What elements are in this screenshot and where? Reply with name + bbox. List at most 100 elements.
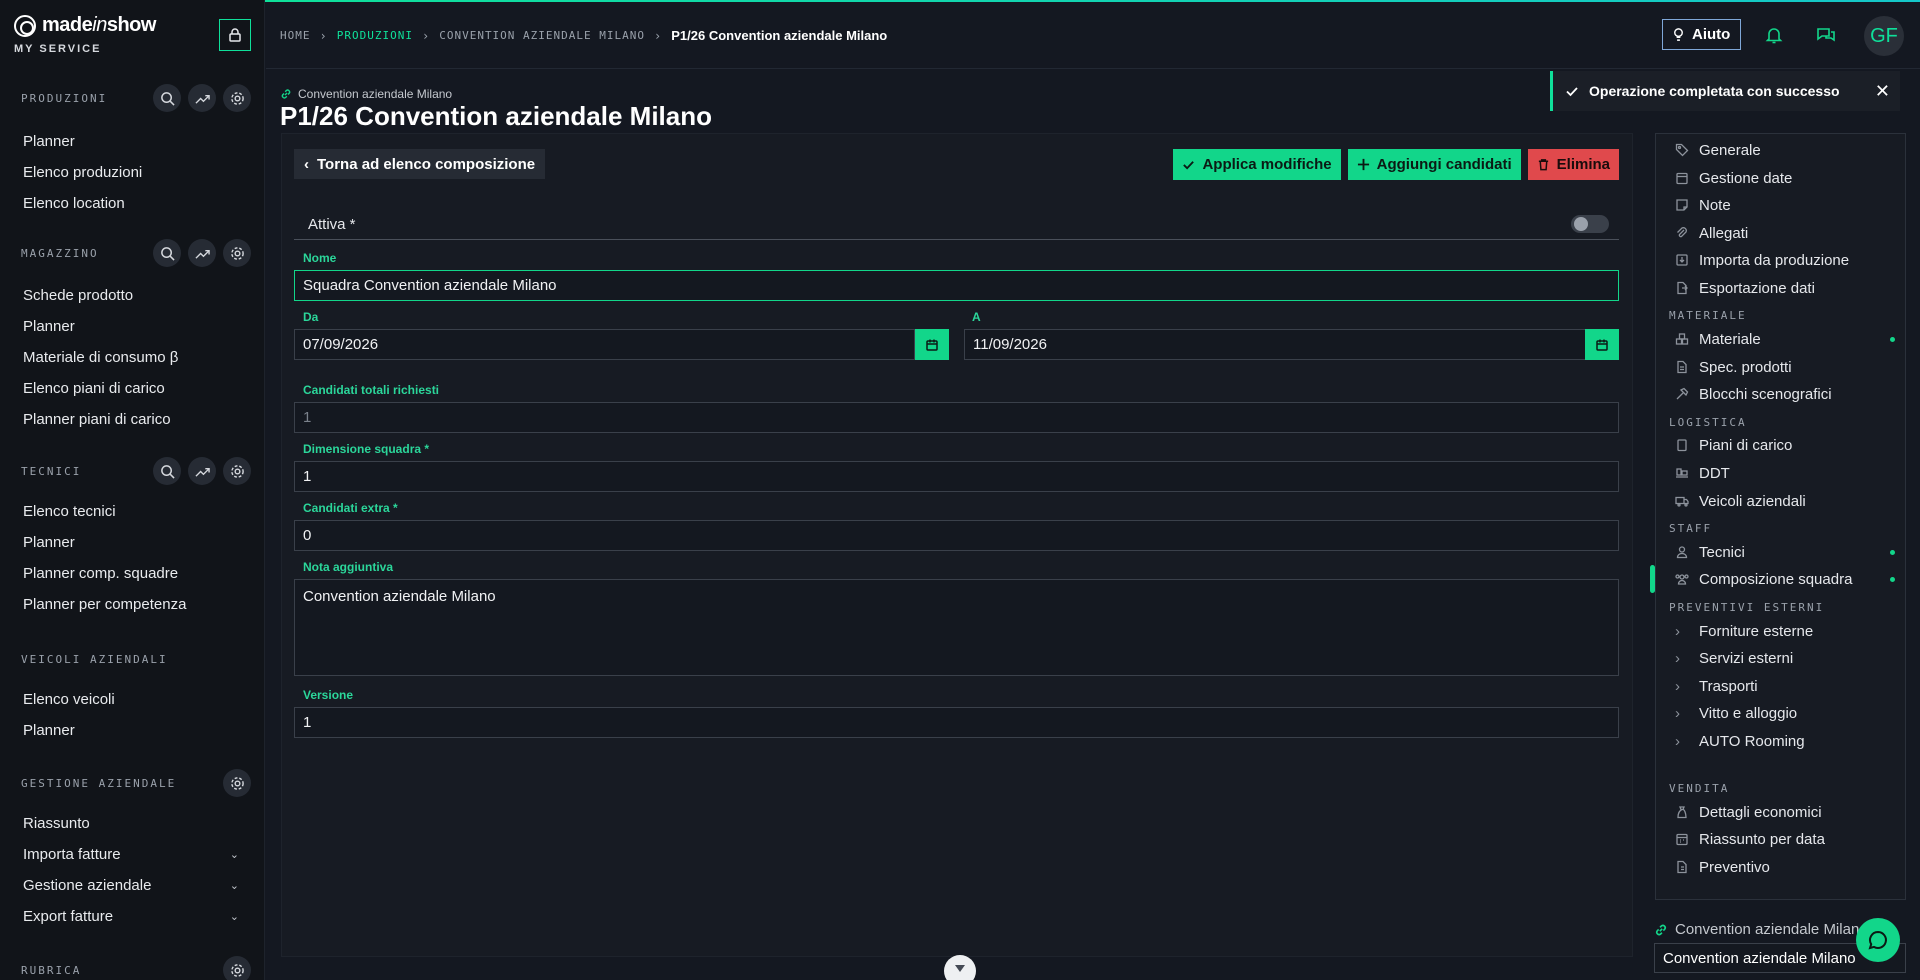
- chat-icon[interactable]: [1813, 22, 1839, 48]
- chart-icon[interactable]: [188, 84, 216, 112]
- search-icon[interactable]: [153, 457, 181, 485]
- nav-item-label: Elenco veicoli: [23, 691, 115, 708]
- apply-changes-button[interactable]: Applica modifiche: [1173, 149, 1341, 180]
- chart-icon[interactable]: [188, 239, 216, 267]
- menu-item-label: Generale: [1699, 141, 1761, 159]
- menu-item-importa[interactable]: Importa da produzione: [1656, 246, 1905, 274]
- chevron-right-icon: ›: [1675, 704, 1680, 722]
- menu-item-preventivo[interactable]: Preventivo: [1656, 853, 1905, 881]
- bell-icon[interactable]: [1761, 22, 1787, 48]
- a-date-input[interactable]: 11/09/2026: [964, 329, 1586, 360]
- menu-item-auto-rooming[interactable]: › AUTO Rooming: [1656, 727, 1905, 755]
- nav-item-schede-prodotto[interactable]: Schede prodotto: [0, 280, 264, 311]
- gear-icon[interactable]: [223, 956, 251, 980]
- add-candidates-button[interactable]: Aggiungi candidati: [1347, 149, 1521, 180]
- gear-icon[interactable]: [223, 239, 251, 267]
- chat-support-button[interactable]: [1856, 918, 1900, 962]
- menu-section-logistica: LOGISTICA: [1669, 416, 1747, 429]
- nav-item-elenco-veicoli[interactable]: Elenco veicoli: [0, 684, 264, 715]
- breadcrumb-convention[interactable]: CONVENTION AZIENDALE MILANO: [439, 29, 645, 42]
- add-candidates-label: Aggiungi candidati: [1376, 156, 1512, 173]
- menu-item-esportazione[interactable]: Esportazione dati: [1656, 274, 1905, 302]
- nav-item-label: Planner: [23, 722, 75, 739]
- lock-button[interactable]: [219, 19, 251, 51]
- gear-icon[interactable]: [223, 769, 251, 797]
- attiva-toggle[interactable]: [1571, 215, 1609, 233]
- menu-item-note[interactable]: Note: [1656, 191, 1905, 219]
- close-icon[interactable]: ✕: [1875, 81, 1890, 102]
- nav-item-elenco-produzioni[interactable]: Elenco produzioni: [0, 157, 264, 188]
- menu-item-generale[interactable]: Generale: [1656, 136, 1905, 164]
- breadcrumb-produzioni[interactable]: PRODUZIONI: [337, 29, 413, 42]
- menu-item-veicoli[interactable]: Veicoli aziendali: [1656, 487, 1905, 515]
- chart-icon[interactable]: [188, 457, 216, 485]
- nav-item-elenco-tecnici[interactable]: Elenco tecnici: [0, 496, 264, 527]
- menu-item-trasporti[interactable]: › Trasporti: [1656, 672, 1905, 700]
- search-icon[interactable]: [153, 239, 181, 267]
- gear-icon[interactable]: [223, 84, 251, 112]
- menu-item-forniture[interactable]: › Forniture esterne: [1656, 617, 1905, 645]
- nav-item-importa-fatture[interactable]: Importa fatture ⌄: [0, 839, 264, 870]
- nota-textarea[interactable]: Convention aziendale Milano: [294, 579, 1619, 676]
- nav-item-planner-magazzino[interactable]: Planner: [0, 311, 264, 342]
- nav-item-elenco-location[interactable]: Elenco location: [0, 188, 264, 219]
- chevron-left-icon: ‹: [304, 155, 309, 173]
- menu-item-tecnici[interactable]: Tecnici: [1656, 538, 1905, 566]
- nav-item-gestione-aziendale[interactable]: Gestione aziendale ⌄: [0, 870, 264, 901]
- da-date-input[interactable]: 07/09/2026: [294, 329, 915, 360]
- menu-item-label: Preventivo: [1699, 858, 1770, 876]
- nav-item-planner-piani[interactable]: Planner piani di carico: [0, 404, 264, 435]
- help-button[interactable]: Aiuto: [1662, 19, 1742, 50]
- breadcrumb-home[interactable]: HOME: [280, 29, 311, 42]
- menu-item-label: Composizione squadra: [1699, 570, 1853, 588]
- candidati-totali-input: 1: [294, 402, 1619, 433]
- menu-item-blocchi[interactable]: Blocchi scenografici: [1656, 380, 1905, 408]
- nav-item-materiale-consumo[interactable]: Materiale di consumo β: [0, 342, 264, 373]
- menu-item-vitto[interactable]: › Vitto e alloggio: [1656, 699, 1905, 727]
- menu-item-dettagli-economici[interactable]: Dettagli economici: [1656, 798, 1905, 826]
- dimensione-label: Dimensione squadra *: [303, 442, 430, 456]
- brand[interactable]: madeinshow MY SERVICE: [14, 14, 156, 55]
- nav-item-elenco-piani[interactable]: Elenco piani di carico: [0, 373, 264, 404]
- production-link[interactable]: Convention aziendale Milano: [280, 87, 452, 101]
- back-button[interactable]: ‹ Torna ad elenco composizione: [294, 149, 546, 179]
- delete-button-label: Elimina: [1556, 156, 1610, 173]
- calendar-icon: [1676, 833, 1688, 846]
- dimensione-input[interactable]: 1: [294, 461, 1619, 492]
- nav-item-export-fatture[interactable]: Export fatture ⌄: [0, 901, 264, 932]
- nav-item-planner-tecnici[interactable]: Planner: [0, 527, 264, 558]
- versione-input[interactable]: 1: [294, 707, 1619, 738]
- menu-item-servizi[interactable]: › Servizi esterni: [1656, 644, 1905, 672]
- production-footer-link[interactable]: Convention aziendale Milano: [1654, 921, 1868, 938]
- menu-item-materiale[interactable]: Materiale: [1656, 325, 1905, 353]
- nome-input[interactable]: Squadra Convention aziendale Milano: [294, 270, 1619, 301]
- scroll-down-button[interactable]: [944, 955, 976, 980]
- back-button-label: Torna ad elenco composizione: [317, 155, 536, 173]
- chevron-right-icon: ›: [1675, 649, 1680, 667]
- a-calendar-button[interactable]: [1585, 329, 1619, 360]
- da-calendar-button[interactable]: [915, 329, 949, 360]
- menu-item-allegati[interactable]: Allegati: [1656, 219, 1905, 247]
- menu-item-composizione-squadra[interactable]: Composizione squadra: [1650, 565, 1905, 593]
- boxes-icon: [1675, 333, 1689, 345]
- gear-icon[interactable]: [223, 457, 251, 485]
- menu-item-riassunto-data[interactable]: Riassunto per data: [1656, 825, 1905, 853]
- nav-item-label: Materiale di consumo β: [23, 349, 179, 366]
- nav-item-planner-comp-squadre[interactable]: Planner comp. squadre: [0, 558, 264, 589]
- menu-item-ddt[interactable]: DDT: [1656, 459, 1905, 487]
- avatar[interactable]: GF: [1864, 16, 1904, 56]
- nav-item-planner-veicoli[interactable]: Planner: [0, 715, 264, 746]
- menu-item-label: Riassunto per data: [1699, 830, 1825, 848]
- nav-item-label: Schede prodotto: [23, 287, 134, 304]
- menu-item-piani-carico[interactable]: Piani di carico: [1656, 431, 1905, 459]
- nav-item-planner-competenza[interactable]: Planner per competenza: [0, 589, 264, 620]
- menu-item-gestione-date[interactable]: Gestione date: [1656, 164, 1905, 192]
- link-icon: [281, 89, 291, 99]
- delete-button[interactable]: Elimina: [1527, 149, 1619, 180]
- search-icon[interactable]: [153, 84, 181, 112]
- nav-item-planner[interactable]: Planner: [0, 126, 264, 157]
- menu-item-spec-prodotti[interactable]: Spec. prodotti: [1656, 353, 1905, 381]
- nav-item-riassunto[interactable]: Riassunto: [0, 808, 264, 839]
- page-title: P1/26 Convention aziendale Milano: [280, 101, 712, 131]
- extra-input[interactable]: 0: [294, 520, 1619, 551]
